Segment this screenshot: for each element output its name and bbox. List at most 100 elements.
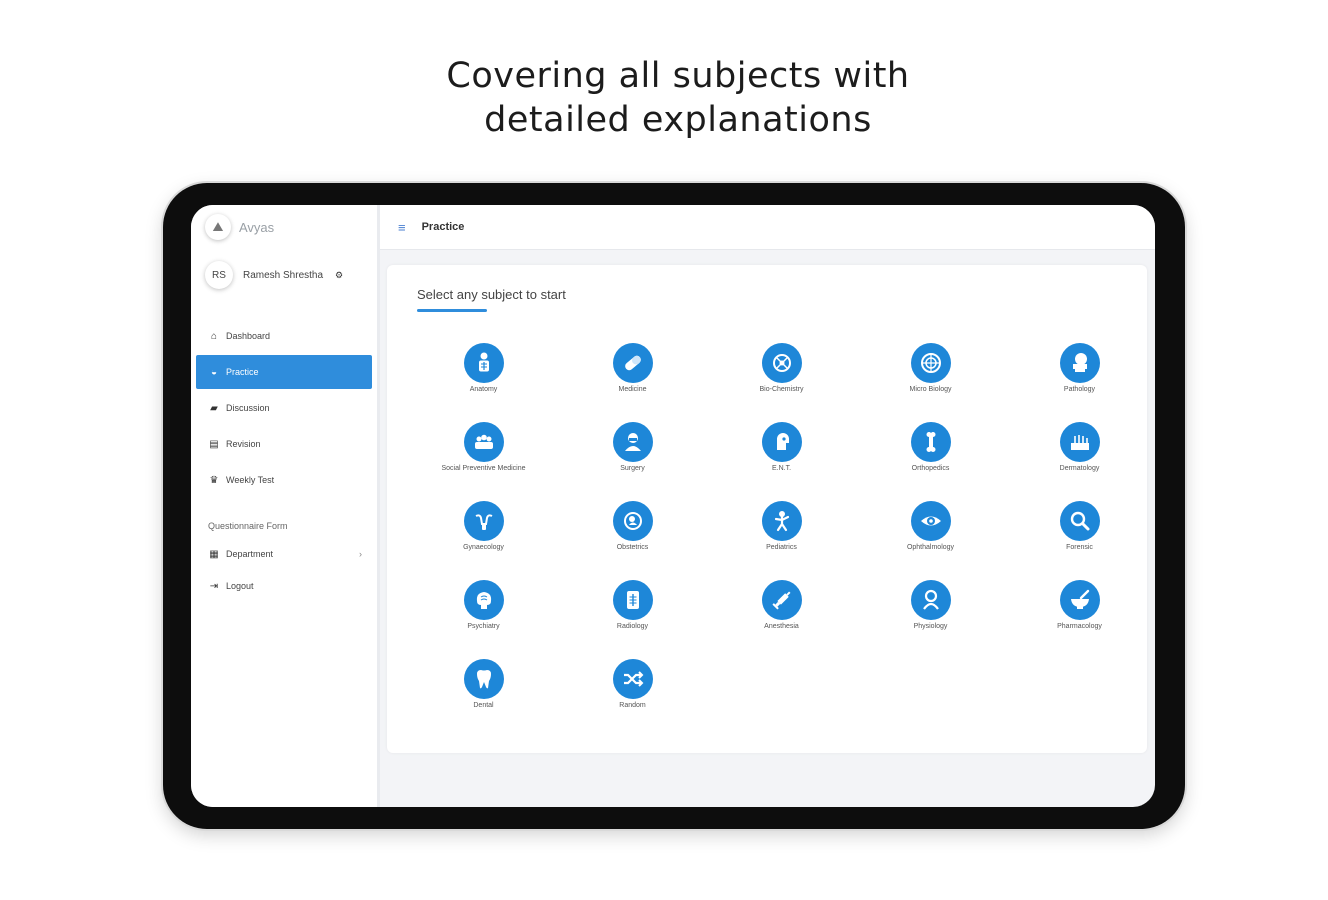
uterus-icon xyxy=(463,501,504,541)
microbe-icon xyxy=(910,343,951,383)
user-profile[interactable]: RS Ramesh Shrestha ⚙ xyxy=(205,261,343,289)
subject-label: Bio-Chemistry xyxy=(759,386,804,393)
subject-grid: Anatomy Medicine Bio-Chemistry Micro Bio… xyxy=(409,343,1154,738)
sidebar-section-label: Questionnaire Form xyxy=(208,521,288,531)
subject-label: Pediatrics xyxy=(766,544,797,551)
magnifier-icon xyxy=(1059,501,1100,541)
ent-icon xyxy=(761,422,802,462)
subject-label: Pharmacology xyxy=(1057,623,1102,630)
subject-label: Anesthesia xyxy=(764,623,799,630)
promo-headline: Covering all subjects with detailed expl… xyxy=(0,54,1328,142)
subject-label: Micro Biology xyxy=(909,386,952,393)
revision-icon: ▤ xyxy=(209,438,219,450)
subject-obstetrics[interactable]: Obstetrics xyxy=(558,501,707,580)
tooth-icon xyxy=(463,659,504,699)
sidebar-item-discussion[interactable]: ▰ Discussion xyxy=(196,391,372,425)
avatar: RS xyxy=(205,261,233,289)
logout-icon: ⇥ xyxy=(209,580,219,592)
subject-label: Radiology xyxy=(616,623,649,630)
subject-gynaecology[interactable]: Gynaecology xyxy=(409,501,558,580)
sidebar-item-label: Weekly Test xyxy=(226,475,275,485)
mortar-icon xyxy=(1059,580,1100,620)
sidebar-item-dashboard[interactable]: ⌂ Dashboard xyxy=(196,319,372,353)
subject-label: Forensic xyxy=(1066,544,1093,551)
subject-micro-biology[interactable]: Micro Biology xyxy=(856,343,1005,422)
subject-anatomy[interactable]: Anatomy xyxy=(409,343,558,422)
subject-label: Ophthalmology xyxy=(906,544,955,551)
subject-pathology[interactable]: Pathology xyxy=(1005,343,1154,422)
sidebar-item-label: Dashboard xyxy=(226,331,271,341)
subject-social-preventive-medicine[interactable]: Social Preventive Medicine xyxy=(409,422,558,501)
subject-psychiatry[interactable]: Psychiatry xyxy=(409,580,558,659)
sidebar-item-revision[interactable]: ▤ Revision xyxy=(196,427,372,461)
sidebar-item-practice[interactable]: ◒ Practice xyxy=(196,355,372,389)
sidebar-item-weekly-test[interactable]: ♛ Weekly Test xyxy=(196,463,372,497)
body-icon xyxy=(910,580,951,620)
sidebar-item-label: Practice xyxy=(226,367,259,377)
chevron-right-icon: › xyxy=(359,549,362,559)
skin-icon xyxy=(1059,422,1100,462)
sidebar-item-department[interactable]: ▦ Department › xyxy=(196,539,372,569)
brand[interactable]: ⛰ Avyas xyxy=(205,213,274,241)
headline-line-2: detailed explanations xyxy=(484,100,872,140)
subject-label: Anatomy xyxy=(469,386,498,393)
subject-label: Dermatology xyxy=(1059,465,1100,472)
subject-card: Select any subject to start Anatomy Medi… xyxy=(387,265,1147,753)
anatomy-icon xyxy=(463,343,504,383)
subject-anesthesia[interactable]: Anesthesia xyxy=(707,580,856,659)
subject-label: Surgery xyxy=(620,465,645,472)
sidebar-item-label: Department xyxy=(226,549,274,559)
subject-dermatology[interactable]: Dermatology xyxy=(1005,422,1154,501)
trophy-icon: ♛ xyxy=(209,474,219,486)
subject-ent[interactable]: E.N.T. xyxy=(707,422,856,501)
heading-underline xyxy=(417,309,487,312)
subject-bio-chemistry[interactable]: Bio-Chemistry xyxy=(707,343,856,422)
child-icon xyxy=(761,501,802,541)
discussion-icon: ▰ xyxy=(210,402,218,414)
subject-orthopedics[interactable]: Orthopedics xyxy=(856,422,1005,501)
subject-random[interactable]: Random xyxy=(558,659,707,738)
sidebar-item-label: Revision xyxy=(226,439,261,449)
subject-dental[interactable]: Dental xyxy=(409,659,558,738)
gear-icon[interactable]: ⚙ xyxy=(335,270,343,281)
subject-radiology[interactable]: Radiology xyxy=(558,580,707,659)
subject-label: Random xyxy=(619,702,646,709)
app-logo-icon: ⛰ xyxy=(205,214,231,240)
community-icon xyxy=(463,422,504,462)
subject-ophthalmology[interactable]: Ophthalmology xyxy=(856,501,1005,580)
menu-icon[interactable]: ≡ xyxy=(398,220,406,235)
sidebar-item-logout[interactable]: ⇥ Logout xyxy=(196,571,372,601)
subject-surgery[interactable]: Surgery xyxy=(558,422,707,501)
sidebar-nav: ⌂ Dashboard ◒ Practice ▰ Discussion ▤ Re… xyxy=(196,319,372,499)
subject-label: Medicine xyxy=(618,386,647,393)
pill-icon xyxy=(612,343,653,383)
sidebar-item-label: Logout xyxy=(226,581,254,591)
subject-medicine[interactable]: Medicine xyxy=(558,343,707,422)
subject-label: Obstetrics xyxy=(616,544,649,551)
subject-pharmacology[interactable]: Pharmacology xyxy=(1005,580,1154,659)
subject-physiology[interactable]: Physiology xyxy=(856,580,1005,659)
sidebar-item-label: Discussion xyxy=(226,403,270,413)
app-name: Avyas xyxy=(239,219,275,235)
subject-label: Dental xyxy=(473,702,494,709)
subject-forensic[interactable]: Forensic xyxy=(1005,501,1154,580)
subject-pediatrics[interactable]: Pediatrics xyxy=(707,501,856,580)
page-title: Practice xyxy=(421,221,465,233)
subject-label: Gynaecology xyxy=(463,544,504,551)
headline-line-1: Covering all subjects with xyxy=(446,56,910,96)
app-screen: ⛰ Avyas RS Ramesh Shrestha ⚙ ⌂ Dashboard… xyxy=(191,205,1155,807)
home-icon: ⌂ xyxy=(210,330,218,342)
subject-label: Physiology xyxy=(913,623,948,630)
subject-label: Orthopedics xyxy=(911,465,950,472)
sidebar: ⛰ Avyas RS Ramesh Shrestha ⚙ ⌂ Dashboard… xyxy=(191,205,380,807)
shuffle-icon xyxy=(612,659,653,699)
brain-icon xyxy=(463,580,504,620)
subject-label: Pathology xyxy=(1063,386,1096,393)
subject-label: E.N.T. xyxy=(771,465,792,472)
syringe-icon xyxy=(761,580,802,620)
bone-icon xyxy=(910,422,951,462)
sidebar-section-nav: ▦ Department › ⇥ Logout xyxy=(196,539,372,603)
user-name: Ramesh Shrestha xyxy=(243,269,324,281)
topbar: ≡ Practice xyxy=(380,205,1155,250)
tablet-frame: ⛰ Avyas RS Ramesh Shrestha ⚙ ⌂ Dashboard… xyxy=(163,183,1185,829)
